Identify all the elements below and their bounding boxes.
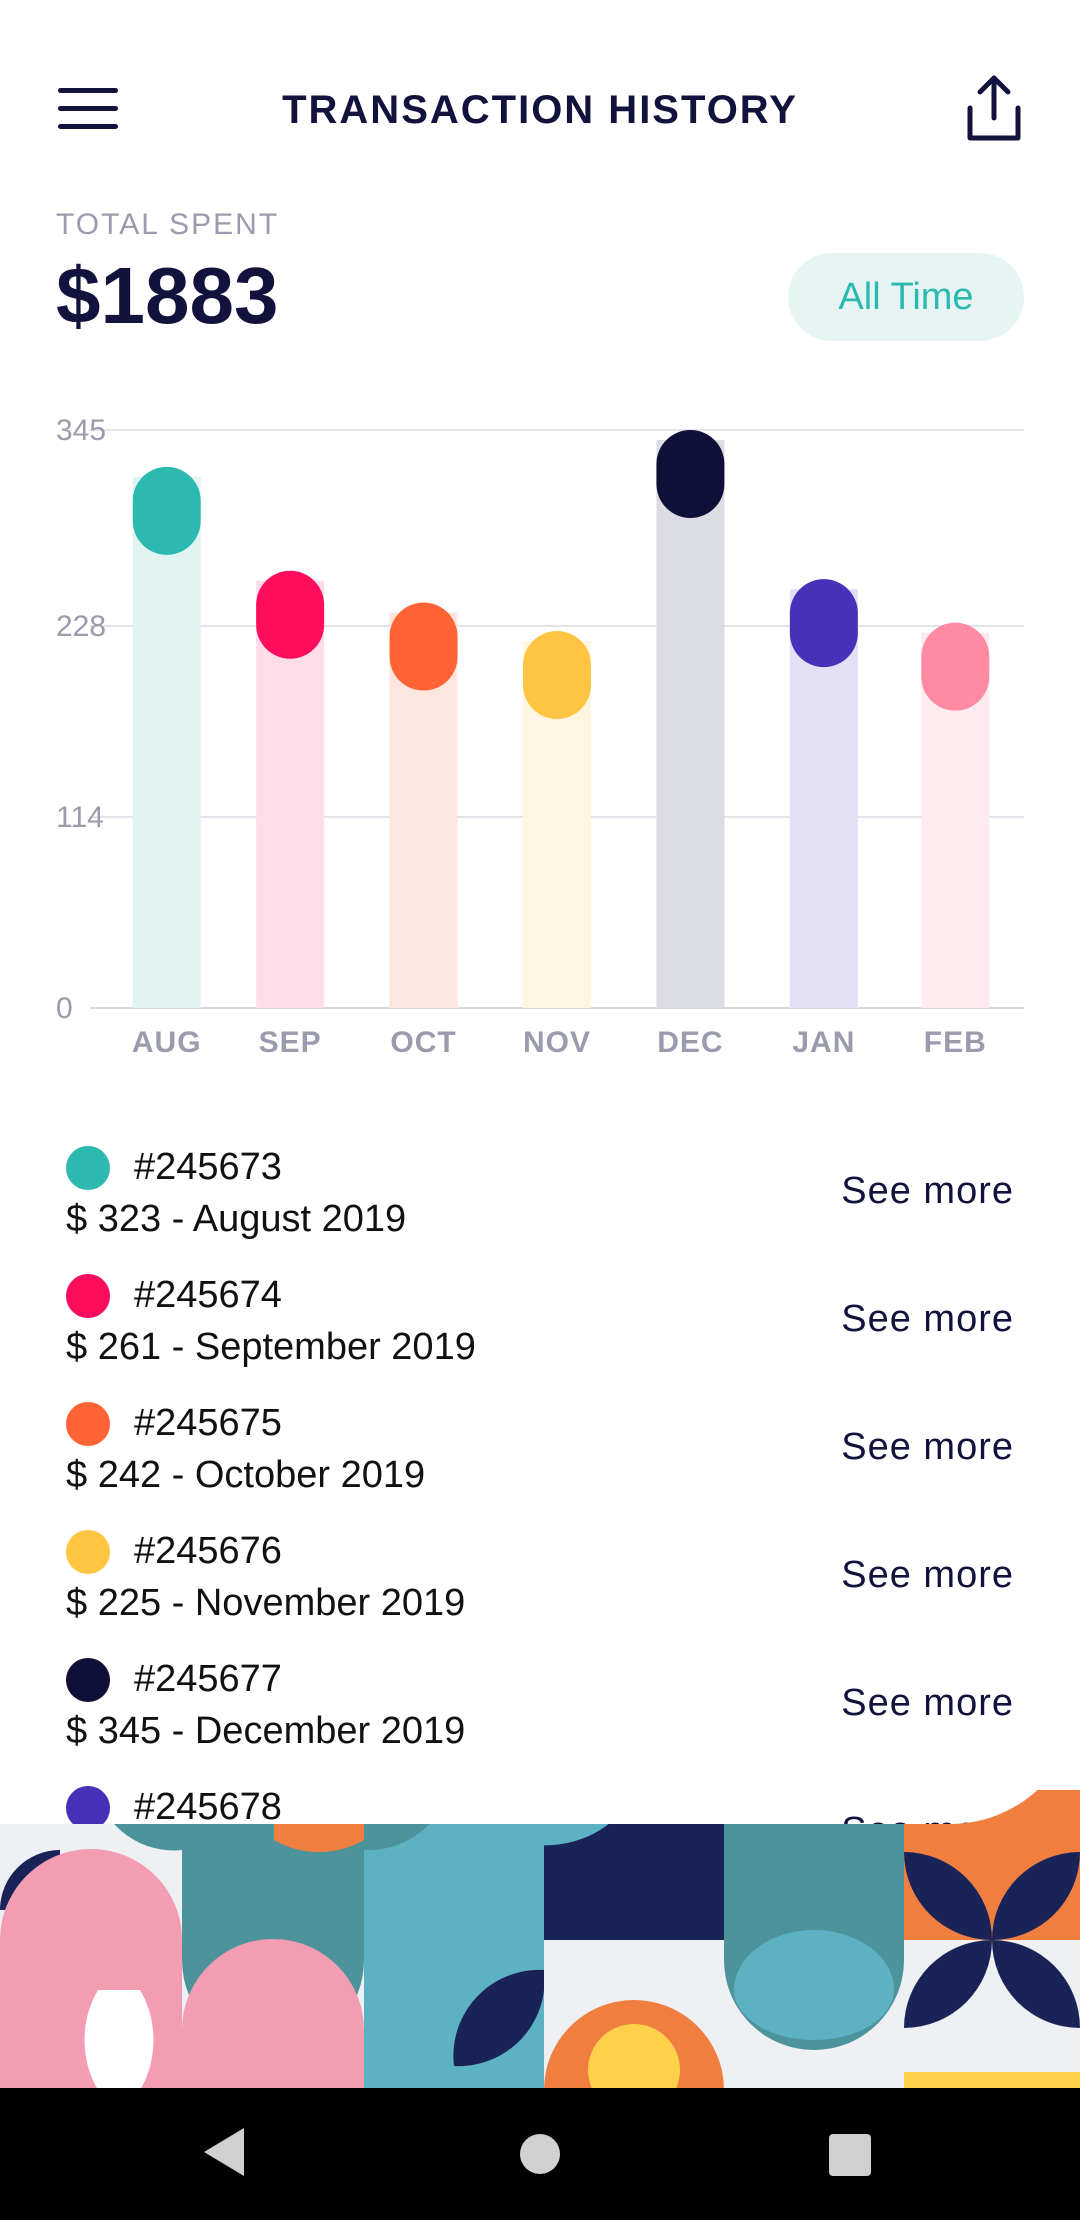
transaction-detail: $ 225 - November 2019 bbox=[66, 1582, 466, 1624]
transaction-id: #245676 bbox=[134, 1530, 282, 1572]
transaction-color-dot bbox=[66, 1786, 110, 1824]
x-tick-label: NOV bbox=[523, 1026, 591, 1059]
decorative-pattern bbox=[0, 1790, 1080, 2090]
transaction-detail: $ 261 - September 2019 bbox=[66, 1326, 476, 1368]
bar-aug[interactable] bbox=[132, 466, 201, 555]
y-tick-label: 345 bbox=[56, 414, 106, 447]
transaction-id: #245675 bbox=[134, 1402, 282, 1444]
transaction-detail: $ 242 - October 2019 bbox=[66, 1454, 426, 1496]
spending-bar-chart: 345 228 114 0 AUG SEP OCT NOV DEC JAN FEB bbox=[0, 400, 1080, 1080]
transaction-id: #245677 bbox=[134, 1658, 282, 1700]
see-more-link[interactable]: See more bbox=[841, 1682, 1014, 1725]
transaction-color-dot bbox=[66, 1402, 110, 1446]
bar-feb[interactable] bbox=[921, 622, 990, 711]
total-spent-value: $1883 bbox=[56, 251, 279, 340]
transaction-id: #245674 bbox=[134, 1274, 282, 1316]
y-tick-label: 228 bbox=[56, 610, 106, 643]
transaction-row: #245675 $ 242 - October 2019 See more bbox=[0, 1386, 1080, 1514]
period-filter-button[interactable]: All Time bbox=[788, 253, 1024, 341]
transaction-id: #245678 bbox=[134, 1786, 282, 1824]
total-spent-label: TOTAL SPENT bbox=[56, 208, 280, 241]
share-icon[interactable] bbox=[964, 72, 1024, 144]
bar-track bbox=[132, 476, 201, 1008]
x-tick-label: OCT bbox=[390, 1026, 456, 1059]
transaction-color-dot bbox=[66, 1658, 110, 1702]
page-title: TRANSACTION HISTORY bbox=[282, 88, 798, 132]
transaction-row: #245678 See more bbox=[0, 1770, 1080, 1824]
bar-sep[interactable] bbox=[256, 570, 325, 659]
see-more-link[interactable]: See more bbox=[841, 1426, 1014, 1469]
chart-canvas: 345 228 114 0 AUG SEP OCT NOV DEC JAN FEB bbox=[56, 414, 1024, 1059]
bar-dec[interactable] bbox=[656, 430, 725, 518]
transaction-detail: $ 345 - December 2019 bbox=[66, 1710, 466, 1752]
x-tick-label: DEC bbox=[657, 1026, 723, 1059]
transaction-row: #245673 $ 323 - August 2019 See more bbox=[0, 1130, 1080, 1258]
y-tick-label: 114 bbox=[56, 801, 104, 834]
transaction-id: #245673 bbox=[134, 1146, 282, 1188]
transaction-list: #245673 $ 323 - August 2019 See more #24567… bbox=[0, 1130, 1080, 1824]
x-tick-label: JAN bbox=[792, 1026, 855, 1059]
transaction-row: #245676 $ 225 - November 2019 See more bbox=[0, 1514, 1080, 1642]
y-tick-label: 0 bbox=[56, 992, 73, 1025]
transaction-row: #245674 $ 261 - September 2019 See more bbox=[0, 1258, 1080, 1386]
system-navigation-bar bbox=[0, 2088, 1080, 2220]
app-header: TRANSACTION HISTORY bbox=[0, 0, 1080, 200]
x-tick-label: SEP bbox=[259, 1026, 322, 1059]
x-tick-label: FEB bbox=[924, 1026, 987, 1059]
see-more-link[interactable]: See more bbox=[841, 1170, 1014, 1213]
bar-track bbox=[656, 440, 725, 1008]
transaction-row: #245677 $ 345 - December 2019 See more bbox=[0, 1642, 1080, 1770]
recents-icon[interactable] bbox=[829, 2134, 871, 2176]
bar-oct[interactable] bbox=[389, 602, 458, 691]
bar-nov[interactable] bbox=[523, 631, 591, 720]
back-icon[interactable] bbox=[204, 2128, 244, 2176]
bar-jan[interactable] bbox=[789, 579, 858, 668]
transaction-color-dot bbox=[66, 1274, 110, 1318]
home-icon[interactable] bbox=[520, 2134, 560, 2174]
transaction-color-dot bbox=[66, 1530, 110, 1574]
transaction-detail: $ 323 - August 2019 bbox=[66, 1198, 407, 1240]
see-more-link[interactable]: See more bbox=[841, 1554, 1014, 1597]
see-more-link[interactable]: See more bbox=[841, 1298, 1014, 1341]
x-tick-label: AUG bbox=[132, 1026, 202, 1059]
see-more-link[interactable]: See more bbox=[841, 1810, 1014, 1824]
transaction-color-dot bbox=[66, 1146, 110, 1190]
